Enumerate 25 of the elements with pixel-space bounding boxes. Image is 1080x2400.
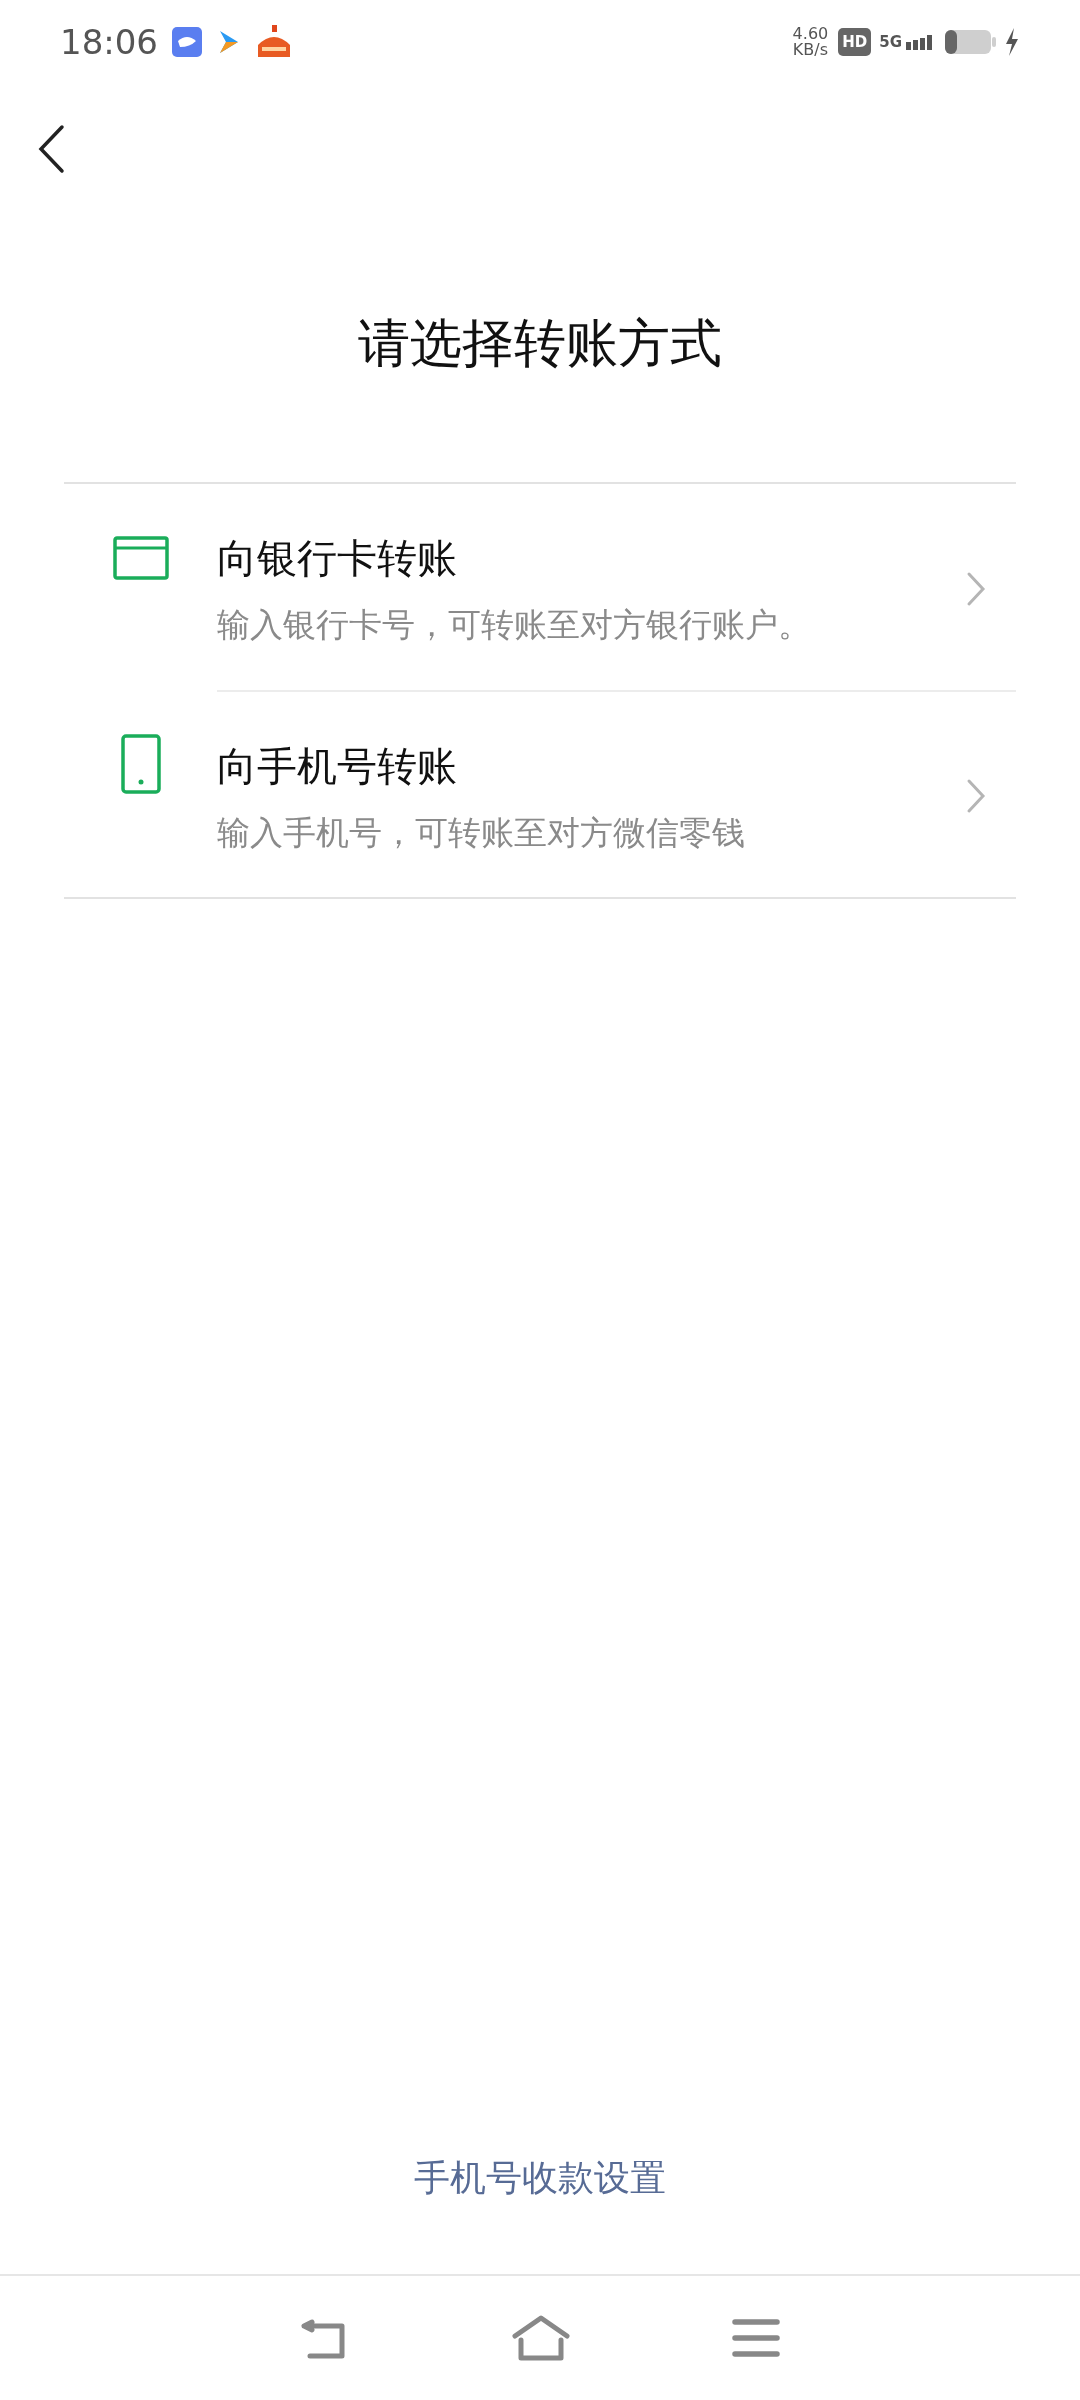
option-description: 输入银行卡号，可转账至对方银行账户。 [217,604,812,646]
option-title: 向银行卡转账 [217,534,458,583]
app-icon [256,25,292,59]
speed-unit: KB/s [792,42,828,58]
charging-icon [1004,28,1020,56]
network-type: 5G [879,35,902,50]
page-title: 请选择转账方式 [357,312,723,375]
play-icon [218,29,240,55]
back-icon[interactable] [36,124,66,174]
chevron-right-icon [966,570,986,607]
status-time: 18:06 [60,20,158,64]
menu-icon[interactable] [731,2318,780,2358]
option-description: 输入手机号，可转账至对方微信零钱 [217,811,746,854]
transfer-option[interactable]: 向银行卡转账 输入银行卡号，可转账至对方银行账户。 [64,484,1016,690]
home-icon[interactable] [511,2314,571,2362]
option-title: 向手机号转账 [217,741,458,791]
settings-link[interactable]: 手机号收款设置 [408,2150,672,2206]
app-icon [172,27,202,57]
hd-badge: HD [838,27,872,57]
battery-icon [944,29,996,55]
transfer-option[interactable]: 向手机号转账 输入手机号，可转账至对方微信零钱 [64,689,1016,897]
chevron-right-icon [966,778,986,815]
network-speed: 4.60 [792,26,829,42]
bank-card-icon [112,536,169,580]
phone-icon [120,733,161,794]
